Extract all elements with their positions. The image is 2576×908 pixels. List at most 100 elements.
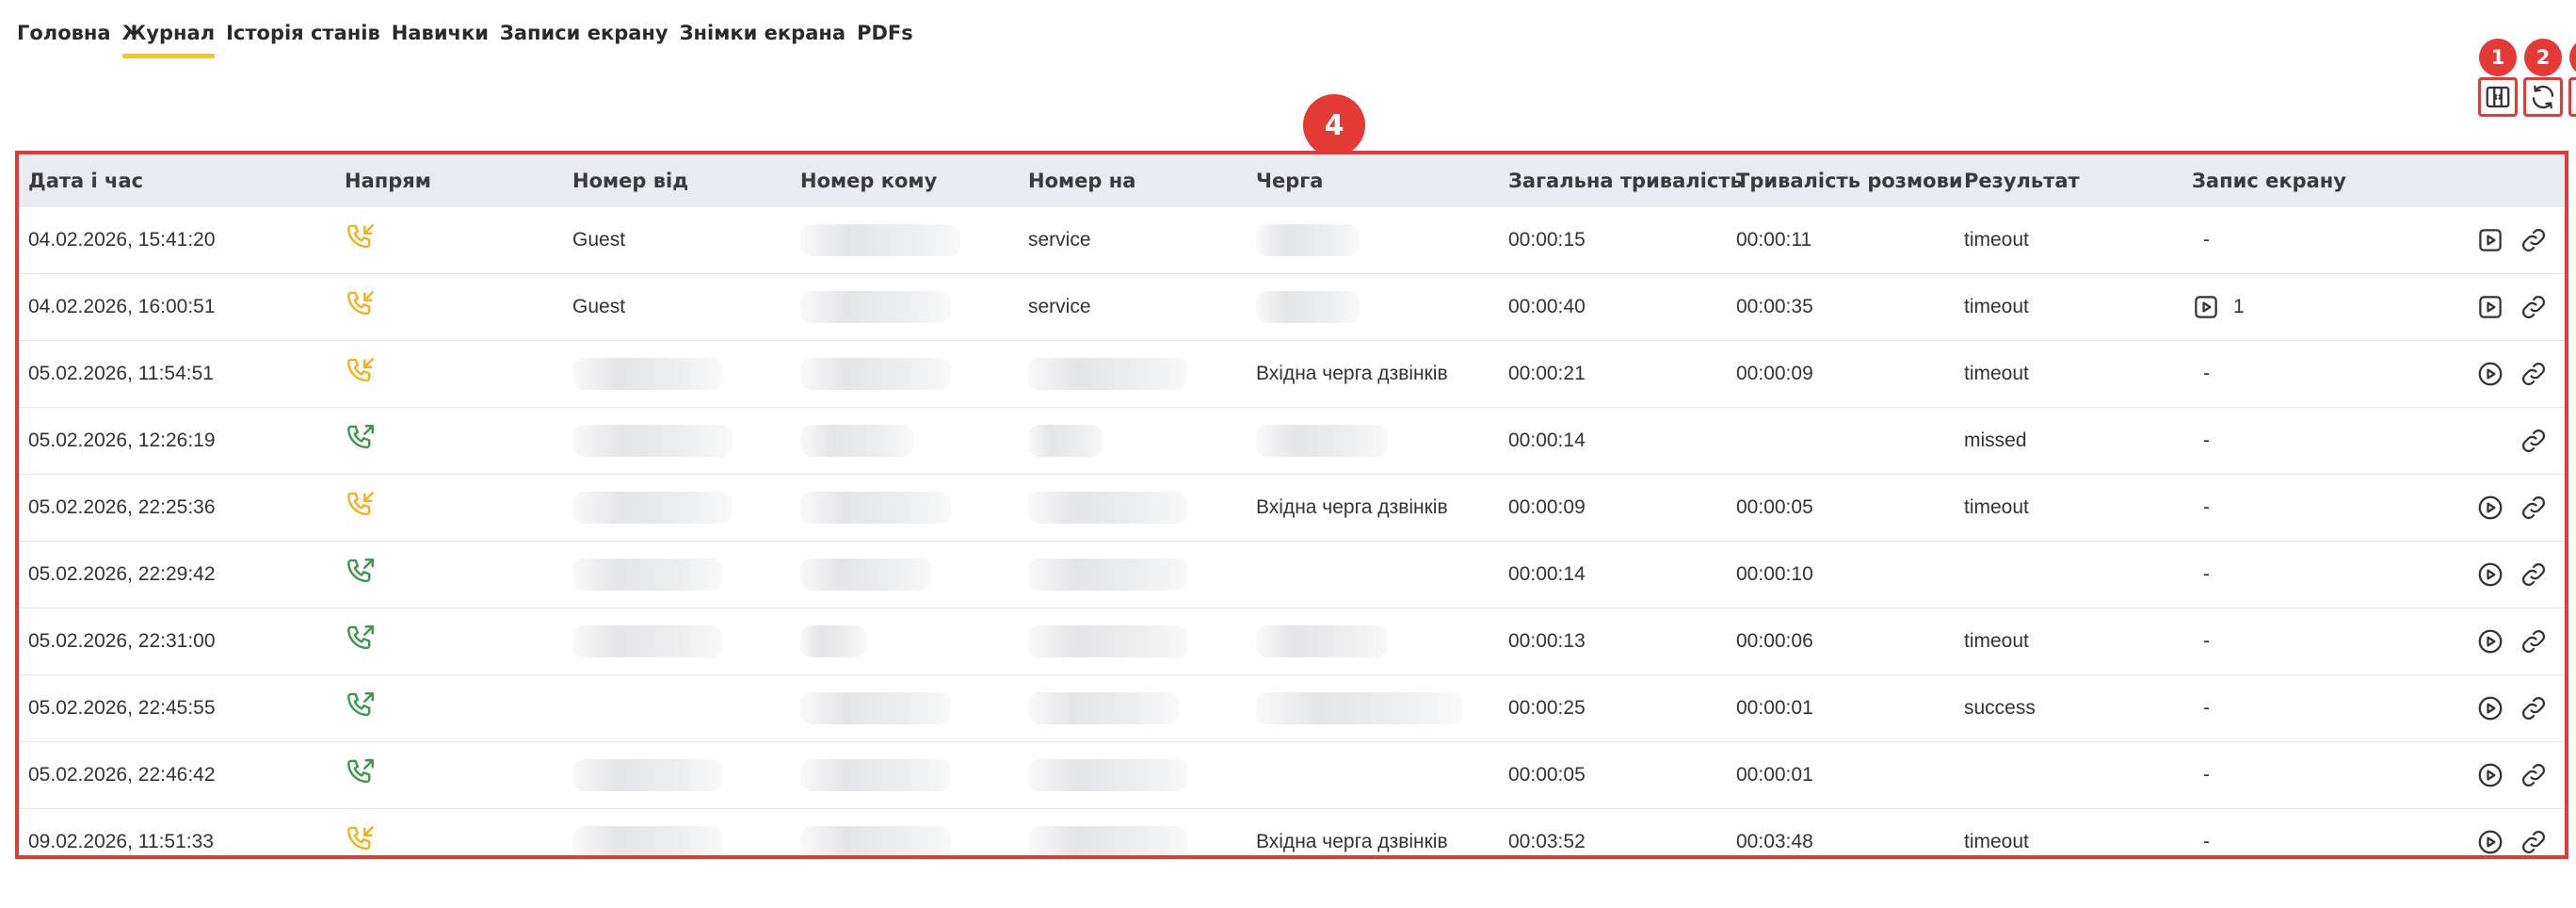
cell-actions <box>2437 608 2565 674</box>
redacted-value <box>800 358 951 390</box>
copy-link-button[interactable] <box>2520 226 2548 254</box>
cell-result: timeout <box>1964 608 2192 674</box>
header-total-duration[interactable]: Загальна тривалість <box>1508 170 1743 192</box>
cell-queue <box>1256 542 1508 608</box>
cell-queue: Вхідна черга дзвінків <box>1256 475 1508 541</box>
cell-screen-record: - <box>2192 341 2437 407</box>
link-icon <box>2520 295 2548 326</box>
refresh-icon <box>2532 85 2554 109</box>
table-row[interactable]: 05.02.2026, 22:31:00 00:00:13 00:00:06 time… <box>19 608 2565 675</box>
copy-link-button[interactable] <box>2520 828 2548 855</box>
cell-direction <box>345 742 572 808</box>
cell-talk-duration: 00:00:10 <box>1736 542 1964 608</box>
redacted-value <box>1256 625 1388 657</box>
cell-datetime-text: 05.02.2026, 11:54:51 <box>28 363 214 384</box>
columns-toggle-button[interactable]: 1 <box>2478 39 2518 117</box>
screen-record-icon[interactable] <box>2192 293 2220 321</box>
cell-actions <box>2437 809 2565 855</box>
cell-direction <box>345 341 572 407</box>
redacted-value <box>800 826 951 855</box>
header-number-to[interactable]: Номер кому <box>800 170 1028 192</box>
main-tabs: Головна Журнал Історія станів Навички За… <box>17 17 919 58</box>
table-row[interactable]: 05.02.2026, 22:29:42 00:00:14 00:00:10 - <box>19 542 2565 608</box>
copy-link-button[interactable] <box>2520 494 2548 522</box>
link-icon <box>2520 830 2548 855</box>
cell-talk-duration: 00:03:48 <box>1736 809 1964 855</box>
play-icon <box>2476 362 2504 393</box>
header-queue[interactable]: Черга <box>1256 170 1508 192</box>
redacted-value <box>572 358 723 390</box>
header-datetime[interactable]: Дата і час <box>19 170 345 192</box>
link-icon <box>2520 696 2548 727</box>
open-recording-button[interactable] <box>2476 293 2504 321</box>
table-row[interactable]: 04.02.2026, 15:41:20 Guest service 00:00:15… <box>19 207 2565 274</box>
cell-number-on <box>1028 742 1256 808</box>
play-recording-button[interactable] <box>2476 627 2504 656</box>
copy-link-button[interactable] <box>2520 360 2548 388</box>
cell-total-duration: 00:00:05 <box>1508 742 1736 808</box>
refresh-button[interactable]: 2 <box>2523 39 2563 117</box>
header-direction[interactable]: Напрям <box>345 170 572 192</box>
copy-link-button[interactable] <box>2520 627 2548 656</box>
cell-number-to <box>800 742 1028 808</box>
tab-journal[interactable]: Журнал <box>117 17 221 58</box>
tab-home[interactable]: Головна <box>17 17 117 58</box>
table-row[interactable]: 05.02.2026, 22:46:42 00:00:05 00:00:01 - <box>19 742 2565 809</box>
redacted-value <box>800 492 951 524</box>
play-recording-button[interactable] <box>2476 694 2504 722</box>
redacted-value <box>800 559 932 591</box>
play-recording-button[interactable] <box>2476 494 2504 522</box>
cell-screen-record: - <box>2192 608 2437 674</box>
tab-pdfs[interactable]: PDFs <box>851 17 919 58</box>
redacted-value <box>1028 625 1188 657</box>
tab-screenshots[interactable]: Знімки екрана <box>674 17 851 58</box>
play-recording-button[interactable] <box>2476 828 2504 855</box>
tab-state-history[interactable]: Історія станів <box>220 17 386 58</box>
play-icon <box>2476 830 2504 855</box>
tab-skills[interactable]: Навички <box>386 17 494 58</box>
cell-actions <box>2437 408 2565 474</box>
annotation-badge-2: 2 <box>2524 39 2562 76</box>
table-row[interactable]: 09.02.2026, 11:51:33 Вхідна черга дзвінкі… <box>19 809 2565 855</box>
header-result[interactable]: Результат <box>1964 170 2192 192</box>
cell-number-from: Guest <box>572 207 800 273</box>
redacted-value <box>572 559 723 591</box>
cell-actions <box>2437 742 2565 808</box>
cell-talk-duration-text: 00:03:48 <box>1736 831 1813 852</box>
screen-record-value: - <box>2203 496 2210 518</box>
copy-link-button[interactable] <box>2520 761 2548 789</box>
table-toolbar: 1 2 3 <box>2478 39 2576 117</box>
cell-queue-text: Вхідна черга дзвінків <box>1256 363 1448 384</box>
cell-total-duration: 00:00:21 <box>1508 341 1736 407</box>
table-row[interactable]: 05.02.2026, 22:25:36 Вхідна черга дзвінкі… <box>19 475 2565 542</box>
header-screen-record[interactable]: Запис екрану <box>2192 170 2437 192</box>
play-recording-button[interactable] <box>2476 761 2504 789</box>
tab-screen-records[interactable]: Записи екрану <box>494 17 674 58</box>
copy-link-button[interactable] <box>2520 560 2548 589</box>
copy-link-button[interactable] <box>2520 694 2548 722</box>
header-talk-duration[interactable]: Тривалість розмови <box>1736 170 1964 192</box>
play-recording-button[interactable] <box>2476 560 2504 589</box>
incoming-call-icon <box>345 355 377 393</box>
copy-link-button[interactable] <box>2520 293 2548 321</box>
cell-talk-duration: 00:00:01 <box>1736 675 1964 741</box>
header-number-on[interactable]: Номер на <box>1028 170 1256 192</box>
copy-link-button[interactable] <box>2520 427 2548 455</box>
cell-total-duration: 00:00:14 <box>1508 542 1736 608</box>
filter-button[interactable]: 3 <box>2568 39 2576 117</box>
cell-queue: Вхідна черга дзвінків <box>1256 809 1508 855</box>
open-recording-button[interactable] <box>2476 226 2504 254</box>
table-row[interactable]: 04.02.2026, 16:00:51 Guest service 00:00:40… <box>19 274 2565 341</box>
cell-result: timeout <box>1964 809 2192 855</box>
header-number-from[interactable]: Номер від <box>572 170 800 192</box>
table-row[interactable]: 05.02.2026, 11:54:51 Вхідна черга дзвінкі… <box>19 341 2565 408</box>
cell-datetime: 05.02.2026, 22:45:55 <box>19 675 345 741</box>
link-icon <box>2520 495 2548 527</box>
cell-number-to <box>800 475 1028 541</box>
redacted-value <box>1028 492 1188 524</box>
table-row[interactable]: 05.02.2026, 22:45:55 00:00:25 00:00:01 succ… <box>19 675 2565 742</box>
table-row[interactable]: 05.02.2026, 12:26:19 00:00:14 missed - <box>19 408 2565 475</box>
cell-number-on <box>1028 408 1256 474</box>
cell-number-on-text: service <box>1028 229 1091 251</box>
play-recording-button[interactable] <box>2476 360 2504 388</box>
